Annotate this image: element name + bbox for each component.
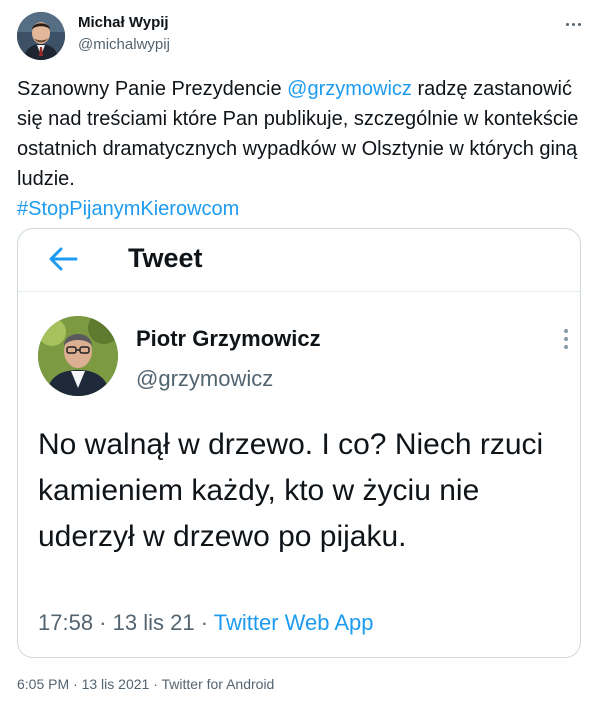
tweet-text: Szanowny Panie Prezydencie @grzymowicz r… (17, 74, 582, 224)
embedded-author-handle: @grzymowicz (136, 366, 274, 391)
meta-separator: · (194, 610, 214, 635)
mention-link[interactable]: @grzymowicz (287, 78, 412, 100)
meta-separator: · (93, 610, 113, 635)
embedded-header-title: Tweet (128, 243, 203, 273)
meta-separator: · (69, 676, 82, 692)
tweet-card: Michał Wypij @michalwypij Szanowny Panie… (0, 0, 597, 708)
embedded-tweet-meta: 17:58 · 13 lis 21 · Twitter Web App (38, 609, 374, 637)
tweet-time[interactable]: 6:05 PM (17, 676, 69, 692)
back-arrow-icon (49, 247, 78, 271)
embedded-header: Tweet (18, 229, 580, 292)
tweet-date[interactable]: 13 lis 2021 (82, 676, 150, 692)
embedded-date: 13 lis 21 (112, 610, 195, 635)
more-horizontal-icon[interactable] (558, 12, 588, 36)
embedded-author-name: Piotr Grzymowicz (136, 326, 321, 351)
tweet-source[interactable]: Twitter for Android (162, 676, 275, 692)
embedded-author-avatar (38, 316, 118, 396)
embedded-time: 17:58 (38, 610, 94, 635)
tweet-meta: 6:05 PM · 13 lis 2021 · Twitter for Andr… (17, 674, 274, 694)
embedded-source: Twitter Web App (213, 610, 374, 635)
meta-separator: · (149, 676, 162, 692)
embedded-tweet-screenshot[interactable]: Tweet Piotr Grzymowicz @grzymowicz No wa… (17, 228, 581, 658)
author-name[interactable]: Michał Wypij (78, 13, 169, 32)
more-vertical-icon (556, 325, 576, 353)
tweet-text-part1: Szanowny Panie Prezydencie (17, 78, 288, 100)
author-avatar[interactable] (17, 12, 65, 60)
embedded-tweet-text: No walnął w drzewo. I co? Niech rzuci ka… (38, 428, 544, 553)
author-handle[interactable]: @michalwypij (78, 35, 170, 54)
hashtag-link[interactable]: #StopPijanymKierowcom (17, 198, 239, 220)
